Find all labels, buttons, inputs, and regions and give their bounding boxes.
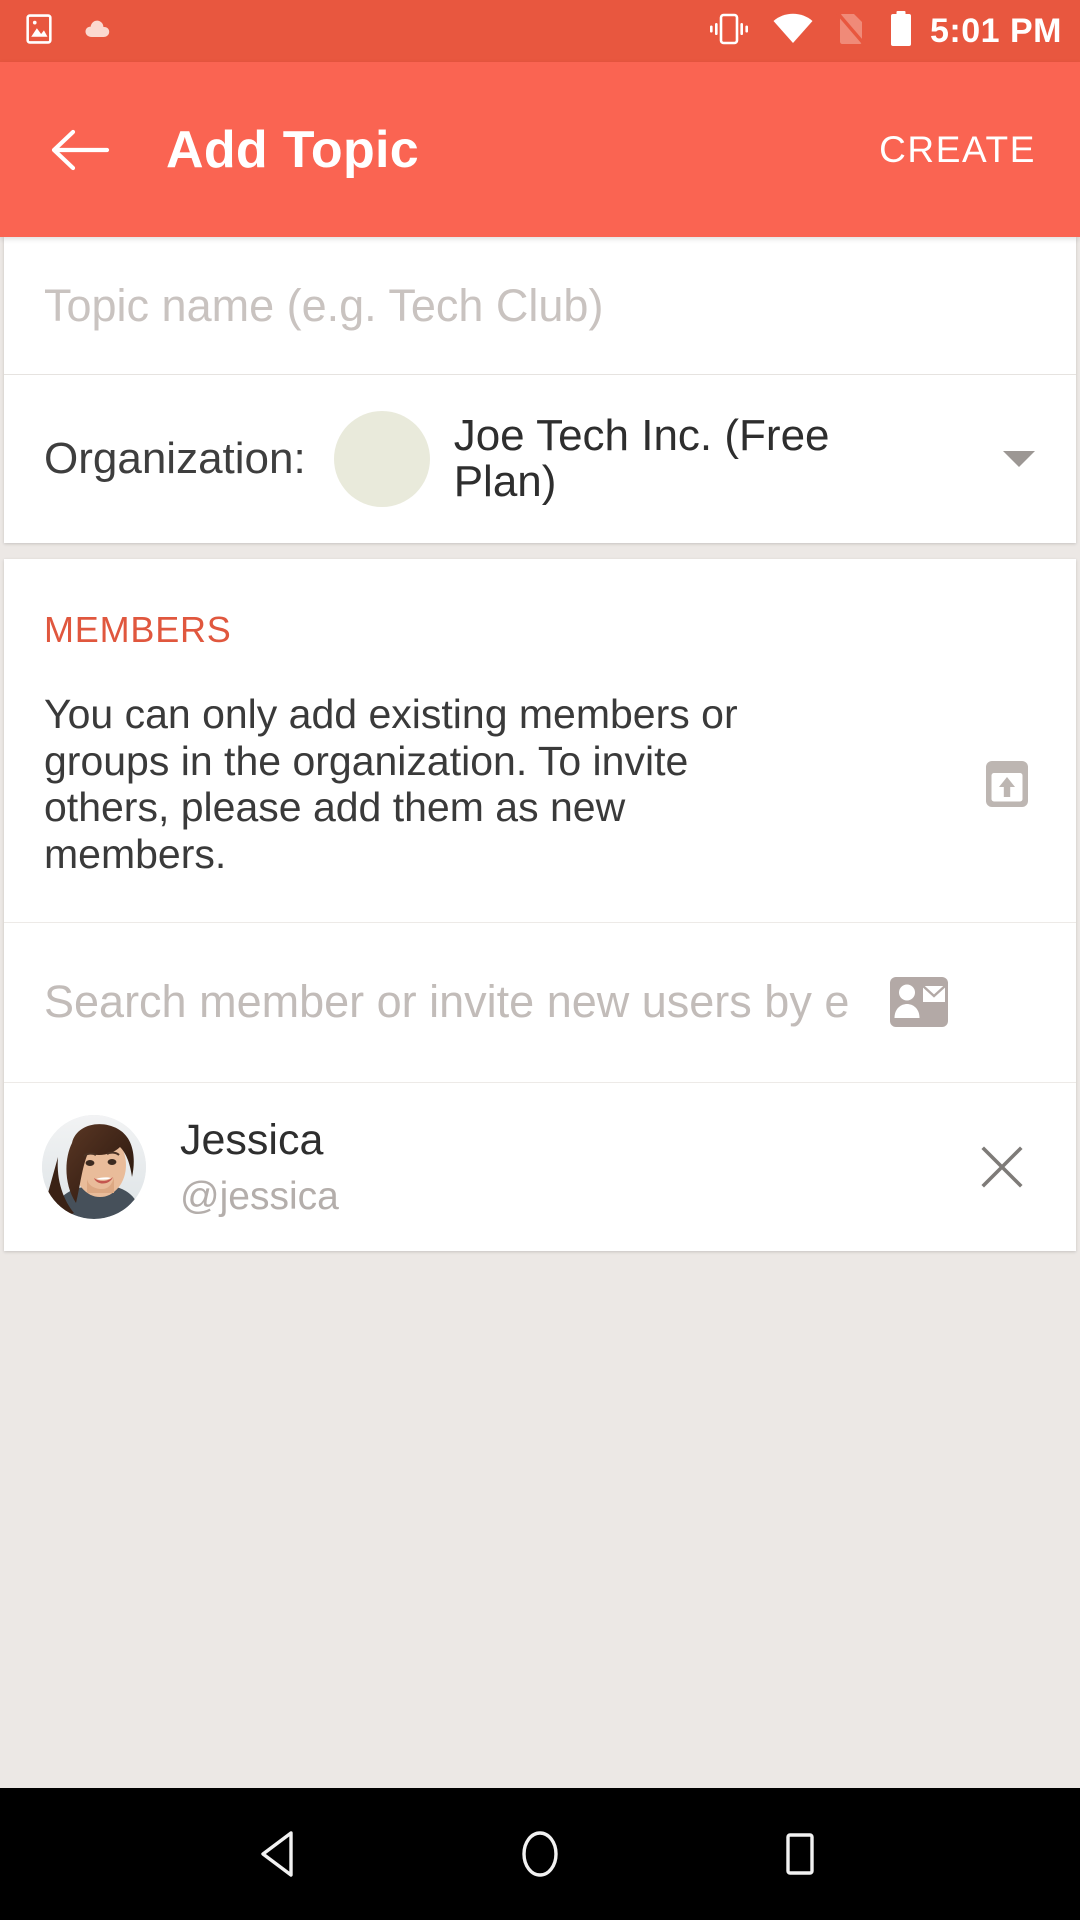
close-icon <box>981 1146 1023 1188</box>
chevron-down-icon[interactable] <box>996 446 1042 472</box>
member-handle: @jessica <box>180 1174 339 1218</box>
organization-row[interactable]: Organization: Joe Tech Inc. (Free Plan) <box>4 375 1076 543</box>
nav-recents-button[interactable] <box>745 1799 855 1909</box>
member-info: Jessica @jessica <box>180 1115 339 1219</box>
battery-full-icon <box>888 10 914 53</box>
app-bar: Add Topic CREATE <box>0 62 1080 237</box>
members-section-title: MEMBERS <box>44 609 232 650</box>
back-button[interactable] <box>40 110 120 190</box>
no-sim-icon <box>834 11 868 52</box>
organization-label: Organization: <box>44 434 306 483</box>
member-search-row[interactable] <box>4 923 1076 1083</box>
import-contacts-upload-icon[interactable] <box>978 756 1036 812</box>
organization-value: Joe Tech Inc. (Free Plan) <box>453 410 830 506</box>
status-bar-notifications <box>22 12 118 51</box>
contacts-invite-icon[interactable] <box>890 977 948 1028</box>
nav-back-button[interactable] <box>225 1799 335 1909</box>
member-search-input[interactable] <box>44 976 1036 1029</box>
status-bar: 5:01 PM <box>0 0 1080 62</box>
member-name: Jessica <box>180 1116 324 1165</box>
members-description: You can only add existing members or gro… <box>44 691 738 878</box>
status-bar-system-icons <box>706 10 914 53</box>
members-card: MEMBERS You can only add existing member… <box>4 559 1076 1251</box>
remove-member-button[interactable] <box>972 1141 1032 1193</box>
back-arrow-icon <box>51 129 110 170</box>
page-title: Add Topic <box>166 120 420 179</box>
member-avatar <box>42 1114 146 1219</box>
topic-name-row[interactable] <box>4 237 1076 375</box>
home-circle-icon <box>522 1831 558 1877</box>
topic-details-card: Organization: Joe Tech Inc. (Free Plan) <box>4 237 1076 543</box>
phone-screen: 5:01 PM Add Topic CREATE Organization: J… <box>0 0 1080 1920</box>
member-list-item[interactable]: Jessica @jessica <box>4 1083 1076 1251</box>
cloud-icon <box>82 16 118 47</box>
back-triangle-icon <box>261 1831 293 1877</box>
recents-square-icon <box>786 1833 814 1875</box>
image-icon <box>22 12 56 51</box>
android-nav-bar <box>0 1788 1080 1920</box>
vibrate-icon <box>706 12 752 51</box>
wifi-icon <box>772 13 814 50</box>
content-area: Organization: Joe Tech Inc. (Free Plan) … <box>0 237 1080 1788</box>
organization-avatar <box>333 411 430 507</box>
status-bar-clock: 5:01 PM <box>930 11 1062 50</box>
create-button[interactable]: CREATE <box>865 111 1050 189</box>
topic-name-input[interactable] <box>44 279 1036 332</box>
members-description-row: You can only add existing members or gro… <box>4 651 1076 923</box>
nav-home-button[interactable] <box>485 1799 595 1909</box>
